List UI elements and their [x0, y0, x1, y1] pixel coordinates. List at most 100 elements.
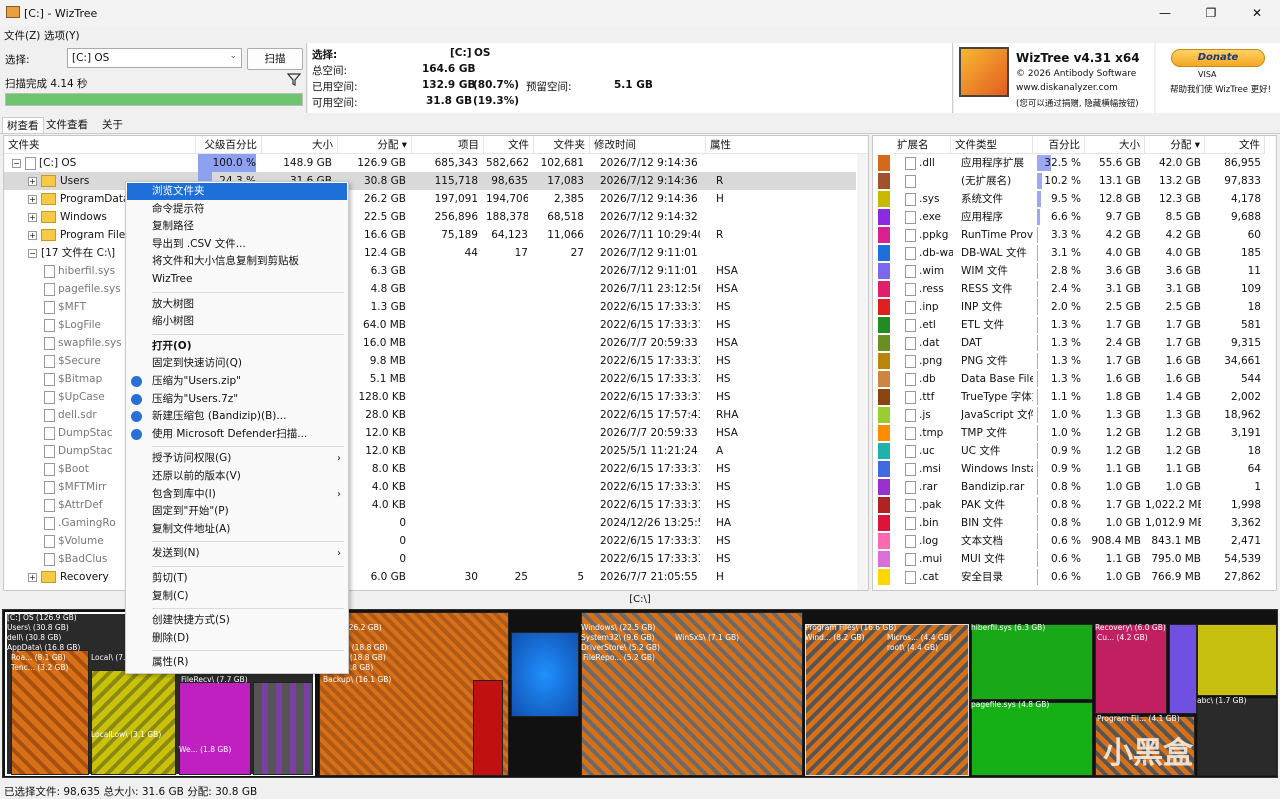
ext-row[interactable]: .uc UC 文件 0.9 % 1.2 GB 1.2 GB 18	[873, 442, 1275, 460]
tree-header-2[interactable]: 大小	[262, 136, 338, 154]
ext-row[interactable]: .pak PAK 文件 0.8 % 1.7 GB 1,022.2 MB 1,998	[873, 496, 1275, 514]
ext-row[interactable]: .mui MUI 文件 0.6 % 1.1 GB 795.0 MB 54,539	[873, 550, 1275, 568]
tree-header-5[interactable]: 文件	[484, 136, 534, 154]
treemap-locallow-block[interactable]	[91, 670, 176, 775]
context-menu-item[interactable]: 删除(D)	[127, 630, 347, 647]
drive-select[interactable]: [C:] OS ⌄	[67, 48, 242, 68]
tree-row[interactable]: − [C:] OS 100.0 % 148.9 GB 126.9 GB 685,343 58…	[4, 154, 856, 172]
context-menu-item[interactable]: 新建压缩包 (Bandizip)(B)...	[127, 408, 347, 425]
context-menu-item[interactable]: 固定到快速访问(Q)	[127, 355, 347, 372]
logo-url[interactable]: www.diskanalyzer.com	[1016, 83, 1118, 93]
expand-toggle-icon[interactable]: −	[12, 158, 21, 168]
tab-tree-view[interactable]: 树查看	[2, 117, 44, 133]
filter-icon[interactable]	[287, 72, 301, 86]
ext-row[interactable]: .png PNG 文件 1.3 % 1.7 GB 1.6 GB 34,661	[873, 352, 1275, 370]
expand-toggle-icon[interactable]: +	[28, 212, 37, 222]
context-menu-item[interactable]: 固定到"开始"(P)	[127, 503, 347, 520]
ext-row[interactable]: .dat DAT 1.3 % 2.4 GB 1.7 GB 9,315	[873, 334, 1275, 352]
expand-toggle-icon[interactable]: +	[28, 176, 37, 186]
ext-row[interactable]: .exe 应用程序 6.6 % 9.7 GB 8.5 GB 9,688	[873, 208, 1275, 226]
ext-header-3[interactable]: 大小	[1085, 136, 1145, 154]
tree-scrollbar[interactable]	[857, 154, 868, 590]
ext-row[interactable]: .log 文本文档 0.6 % 908.4 MB 843.1 MB 2,471	[873, 532, 1275, 550]
ext-row[interactable]: .cat 安全目录 0.6 % 1.0 GB 766.9 MB 27,862	[873, 568, 1275, 586]
treemap-filerecv-block[interactable]	[179, 682, 251, 775]
menu-file[interactable]: 文件(Z)	[4, 28, 40, 43]
ext-row[interactable]: .tmp TMP 文件 1.0 % 1.2 GB 1.2 GB 3,191	[873, 424, 1275, 442]
ext-header-5[interactable]: 文件	[1205, 136, 1265, 154]
treemap-pagefile-block[interactable]	[971, 702, 1093, 776]
ext-color-swatch	[878, 191, 890, 207]
context-menu-item[interactable]: 浏览文件夹	[127, 183, 347, 200]
context-menu-item[interactable]: 复制(C)	[127, 588, 347, 605]
treemap-yellow-block[interactable]	[1197, 624, 1277, 696]
ext-row[interactable]: .rar Bandizip.rar 0.8 % 1.0 GB 1.0 GB 1	[873, 478, 1275, 496]
treemap-purple-block[interactable]	[1169, 624, 1197, 714]
ext-header-4[interactable]: 分配 ▾	[1145, 136, 1205, 154]
context-menu-item[interactable]: WizTree	[127, 271, 347, 288]
logo-panel[interactable]: WizTree v4.31 x64 © 2026 Antibody Softwa…	[954, 43, 1154, 113]
context-menu-item[interactable]: 将文件和大小信息复制到剪贴板	[127, 253, 347, 270]
ext-row[interactable]: .ppkg RunTime Provisi 3.3 % 4.2 GB 4.2 GB 60	[873, 226, 1275, 244]
tab-about[interactable]: 关于	[98, 117, 127, 132]
maximize-button[interactable]: ❐	[1188, 0, 1234, 26]
scan-button[interactable]: 扫描	[247, 48, 303, 70]
tree-header-3[interactable]: 分配 ▾	[338, 136, 412, 154]
ext-row[interactable]: .db Data Base File 1.3 % 1.6 GB 1.6 GB 544	[873, 370, 1275, 388]
treemap-red-block[interactable]	[473, 680, 503, 776]
tree-header-4[interactable]: 项目	[412, 136, 484, 154]
ext-row[interactable]: (无扩展名) 10.2 % 13.1 GB 13.2 GB 97,833	[873, 172, 1275, 190]
context-menu-item[interactable]: 发送到(N) ›	[127, 545, 347, 562]
tree-header-1[interactable]: 父级百分比	[196, 136, 262, 154]
ext-row[interactable]: .ress RESS 文件 2.4 % 3.1 GB 3.1 GB 109	[873, 280, 1275, 298]
treemap-local-block[interactable]	[253, 682, 313, 775]
context-menu-item[interactable]: 复制路径	[127, 218, 347, 235]
expand-toggle-icon[interactable]: +	[28, 572, 37, 582]
ext-row[interactable]: .sys 系统文件 9.5 % 12.8 GB 12.3 GB 4,178	[873, 190, 1275, 208]
expand-toggle-icon[interactable]: +	[28, 194, 37, 204]
context-menu-item[interactable]: 剪切(T)	[127, 570, 347, 587]
context-menu-item[interactable]: 属性(R)	[127, 654, 347, 671]
context-menu-item[interactable]: 创建快捷方式(S)	[127, 612, 347, 629]
treemap-blue-block[interactable]	[511, 632, 579, 717]
ext-row[interactable]: .etl ETL 文件 1.3 % 1.7 GB 1.7 GB 581	[873, 316, 1275, 334]
expand-toggle-icon[interactable]: +	[28, 230, 37, 240]
ext-row[interactable]: .db-wal DB-WAL 文件 3.1 % 4.0 GB 4.0 GB 185	[873, 244, 1275, 262]
ext-row[interactable]: .dll 应用程序扩展 32.5 % 55.6 GB 42.0 GB 86,955	[873, 154, 1275, 172]
ext-header-2[interactable]: 百分比	[1033, 136, 1085, 154]
context-menu-item[interactable]: 使用 Microsoft Defender扫描...	[127, 426, 347, 443]
ext-header-1[interactable]: 文件类型	[951, 136, 1033, 154]
context-menu-item[interactable]: 导出到 .CSV 文件...	[127, 236, 347, 253]
tree-header-0[interactable]: 文件夹	[4, 136, 196, 154]
ext-row[interactable]: .bin BIN 文件 0.8 % 1.0 GB 1,012.9 MB 3,362	[873, 514, 1275, 532]
donate-button[interactable]: Donate	[1171, 49, 1265, 67]
treemap-abc-block[interactable]	[1197, 698, 1277, 776]
context-menu-item[interactable]: 放大树图	[127, 296, 347, 313]
context-menu-item[interactable]: 压缩为"Users.zip"	[127, 373, 347, 390]
ext-row[interactable]: .ttf TrueType 字体文 1.1 % 1.8 GB 1.4 GB 2,002	[873, 388, 1275, 406]
context-menu-item[interactable]: 复制文件地址(A)	[127, 521, 347, 538]
expand-toggle-icon[interactable]: −	[28, 248, 37, 258]
ext-row[interactable]: .msi Windows Installe 0.9 % 1.1 GB 1.1 GB 64	[873, 460, 1275, 478]
tree-header-8[interactable]: 属性	[706, 136, 868, 154]
ext-cell-files: 34,661	[1224, 355, 1261, 367]
context-menu-item[interactable]: 打开(O)	[127, 338, 347, 355]
ext-row[interactable]: .js JavaScript 文件 1.0 % 1.3 GB 1.3 GB 18,962	[873, 406, 1275, 424]
ext-row[interactable]: .inp INP 文件 2.0 % 2.5 GB 2.5 GB 18	[873, 298, 1275, 316]
tab-file-view[interactable]: 文件查看	[42, 117, 92, 132]
context-menu-item[interactable]: 包含到库中(I) ›	[127, 486, 347, 503]
close-button[interactable]: ✕	[1234, 0, 1280, 26]
scan-progress-bar	[5, 93, 303, 106]
tree-header-6[interactable]: 文件夹	[534, 136, 590, 154]
minimize-button[interactable]: —	[1142, 0, 1188, 26]
menu-options[interactable]: 选项(Y)	[44, 28, 80, 43]
context-menu-item[interactable]: 压缩为"Users.7z"	[127, 391, 347, 408]
context-menu-item[interactable]: 授予访问权限(G) ›	[127, 450, 347, 467]
context-menu-item[interactable]: 还原以前的版本(V)	[127, 468, 347, 485]
ext-row[interactable]: .wim WIM 文件 2.8 % 3.6 GB 3.6 GB 11	[873, 262, 1275, 280]
context-menu-item[interactable]: 缩小树图	[127, 313, 347, 330]
context-menu-item[interactable]: 命令提示符	[127, 201, 347, 218]
tree-header-7[interactable]: 修改时间	[590, 136, 706, 154]
treemap-hiberfil-block[interactable]	[971, 624, 1093, 700]
ext-header-0[interactable]: 扩展名	[893, 136, 951, 154]
